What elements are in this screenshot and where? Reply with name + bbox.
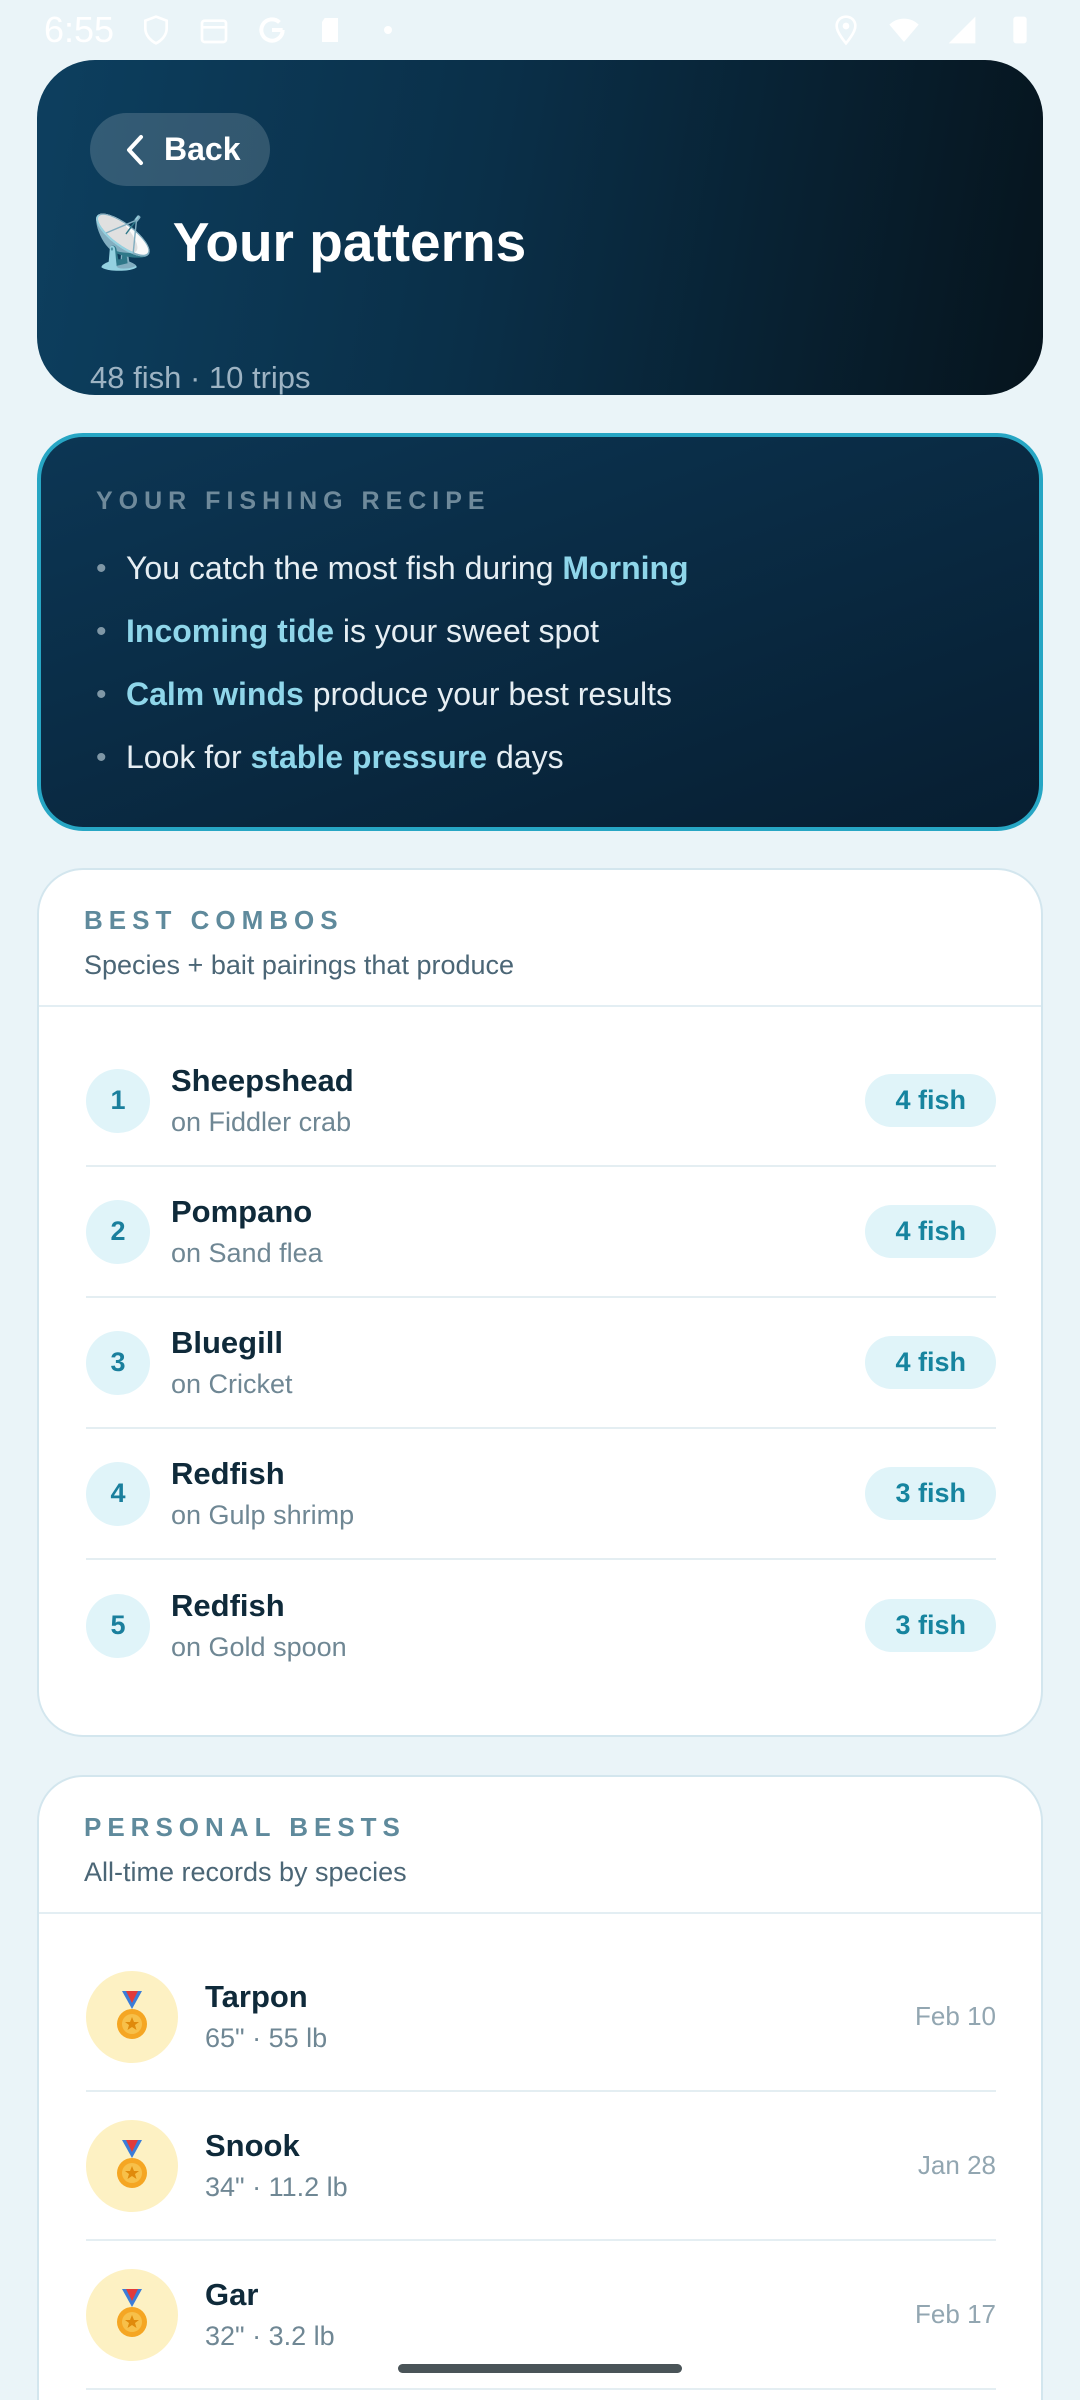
- bullet: •: [96, 677, 107, 711]
- rank-badge: 1: [86, 1068, 150, 1133]
- combo-bait: on Gulp shrimp: [171, 1500, 355, 1530]
- best-species: Gar: [205, 2277, 259, 2312]
- recipe-item: • You catch the most fish during Morning: [96, 537, 996, 600]
- fish-count-badge: 4 fish: [865, 1074, 996, 1127]
- back-label: Back: [164, 131, 241, 167]
- combo-row[interactable]: 2 Pompano on Sand flea 4 fish: [86, 1167, 996, 1298]
- section-heading: BEST COMBOS: [84, 905, 344, 935]
- dot-icon: [384, 26, 393, 34]
- combo-row[interactable]: 3 Bluegill on Cricket 4 fish: [86, 1298, 996, 1429]
- personal-best-list: Tarpon 65" · 55 lb Feb 10 Snook 34" · 11…: [86, 1943, 996, 2390]
- fish-count-badge: 4 fish: [865, 1205, 996, 1258]
- recipe-highlight: Calm winds: [126, 676, 304, 712]
- home-indicator[interactable]: [398, 2364, 682, 2373]
- recipe-highlight: Incoming tide: [126, 613, 334, 649]
- bullet: •: [96, 614, 107, 648]
- battery-icon: [1013, 16, 1027, 44]
- recipe-item: • Calm winds produce your best results: [96, 663, 996, 726]
- sd-card-icon: [322, 18, 339, 42]
- back-button[interactable]: Back: [90, 113, 270, 186]
- combo-species: Redfish: [171, 1456, 285, 1491]
- location-icon: [835, 15, 857, 46]
- best-date: Feb 17: [915, 2299, 996, 2329]
- combo-species: Bluegill: [171, 1325, 283, 1360]
- rank-badge: 2: [86, 1199, 150, 1264]
- medal-icon: [86, 2268, 178, 2361]
- page-subtitle: 48 fish · 10 trips: [90, 360, 311, 395]
- best-measurement: 32" · 3.2 lb: [205, 2321, 335, 2351]
- medal-icon: [86, 2119, 178, 2212]
- chevron-left-icon: [127, 134, 143, 165]
- personal-best-row[interactable]: Snook 34" · 11.2 lb Jan 28: [86, 2092, 996, 2241]
- section-subtitle: All-time records by species: [84, 1857, 407, 1887]
- page-title: 📡 Your patterns: [90, 210, 526, 274]
- recipe-highlight: stable pressure: [250, 739, 488, 775]
- fishing-recipe-card: YOUR FISHING RECIPE • You catch the most…: [37, 433, 1043, 831]
- best-species: Tarpon: [205, 1979, 308, 2014]
- rank-badge: 3: [86, 1330, 150, 1395]
- recipe-text: is your sweet spot: [334, 613, 599, 649]
- recipe-highlight: Morning: [562, 550, 689, 586]
- best-date: Feb 10: [915, 2001, 996, 2031]
- fish-count-badge: 3 fish: [865, 1467, 996, 1520]
- best-species: Snook: [205, 2128, 300, 2163]
- google-icon: [259, 17, 285, 43]
- combo-bait: on Cricket: [171, 1369, 293, 1399]
- card-header: PERSONAL BESTS All-time records by speci…: [39, 1777, 1041, 1914]
- combo-species: Sheepshead: [171, 1063, 354, 1098]
- recipe-text: You catch the most fish during: [126, 550, 563, 586]
- rank-badge: 4: [86, 1461, 150, 1526]
- bullet: •: [96, 740, 107, 774]
- header-card: Back 📡 Your patterns 48 fish · 10 trips: [37, 60, 1043, 395]
- recipe-item: • Look for stable pressure days: [96, 726, 996, 789]
- medal-icon: [86, 1970, 178, 2063]
- best-measurement: 34" · 11.2 lb: [205, 2172, 348, 2202]
- recipe-text: Look for: [126, 739, 251, 775]
- best-date: Jan 28: [917, 2150, 996, 2180]
- section-heading: PERSONAL BESTS: [84, 1812, 406, 1842]
- satellite-dish-icon: 📡: [90, 213, 155, 272]
- shield-icon: [144, 15, 169, 45]
- status-time: 6:55: [44, 9, 115, 50]
- personal-best-row[interactable]: Tarpon 65" · 55 lb Feb 10: [86, 1943, 996, 2092]
- recipe-text: produce your best results: [303, 676, 672, 712]
- bullet: •: [96, 551, 107, 585]
- combo-bait: on Gold spoon: [171, 1632, 347, 1662]
- personal-bests-card: PERSONAL BESTS All-time records by speci…: [37, 1775, 1043, 2400]
- combo-row[interactable]: 1 Sheepshead on Fiddler crab 4 fish: [86, 1036, 996, 1167]
- fish-count-badge: 4 fish: [865, 1336, 996, 1389]
- recipe-heading: YOUR FISHING RECIPE: [96, 487, 491, 515]
- fish-count-badge: 3 fish: [865, 1599, 996, 1652]
- rank-badge: 5: [86, 1593, 150, 1658]
- page-title-text: Your patterns: [172, 211, 527, 273]
- status-bar: 6:55: [0, 0, 1080, 60]
- combo-bait: on Fiddler crab: [171, 1107, 352, 1137]
- best-measurement: 65" · 55 lb: [205, 2023, 328, 2053]
- combo-row[interactable]: 4 Redfish on Gulp shrimp 3 fish: [86, 1429, 996, 1560]
- combo-row[interactable]: 5 Redfish on Gold spoon 3 fish: [86, 1560, 996, 1691]
- recipe-text: days: [487, 739, 564, 775]
- recipe-item: • Incoming tide is your sweet spot: [96, 600, 996, 663]
- combo-species: Redfish: [171, 1588, 285, 1623]
- recipe-list: • You catch the most fish during Morning…: [96, 537, 996, 789]
- combo-species: Pompano: [171, 1194, 313, 1229]
- calendar-icon: [200, 19, 228, 44]
- best-combos-card: BEST COMBOS Species + bait pairings that…: [37, 868, 1043, 1737]
- wifi-icon: [889, 18, 919, 42]
- combo-bait: on Sand flea: [171, 1238, 323, 1268]
- combo-list: 1 Sheepshead on Fiddler crab 4 fish 2 Po…: [86, 1036, 996, 1691]
- signal-icon: [948, 16, 976, 44]
- card-header: BEST COMBOS Species + bait pairings that…: [39, 870, 1041, 1007]
- section-subtitle: Species + bait pairings that produce: [84, 950, 515, 980]
